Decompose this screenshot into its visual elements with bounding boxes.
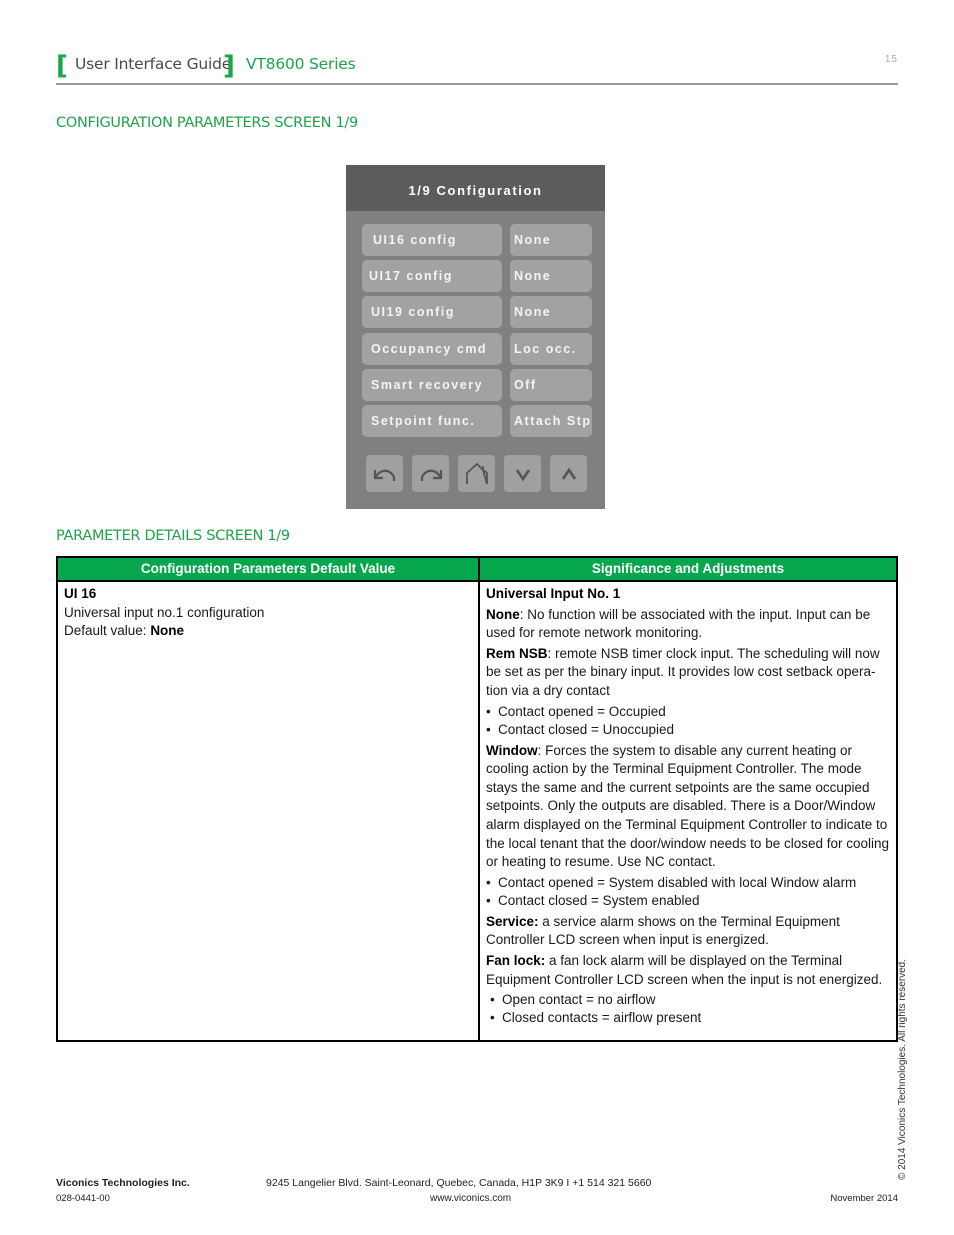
company-address: 9245 Langelier Blvd. Saint-Leonard, Queb…: [266, 1177, 652, 1189]
down-button[interactable]: [504, 455, 541, 492]
param-default: Default value: None: [64, 622, 472, 641]
config-name[interactable]: Smart recovery: [362, 369, 502, 401]
param-description: Universal input no.1 configuration: [64, 604, 265, 620]
forward-button[interactable]: [412, 455, 449, 492]
thermostat-screen: 1/9 Configuration UI16 config None UI17 …: [346, 165, 605, 509]
copyright-notice: © 2014 Viconics Technologies. All rights…: [897, 958, 908, 1180]
config-name[interactable]: Occupancy cmd: [362, 333, 502, 365]
table-header-row: Configuration Parameters Default Value S…: [56, 556, 898, 582]
config-row[interactable]: UI17 config None: [362, 260, 592, 292]
option-fan-lock: Fan lock: a fan lock alarm will be displ…: [486, 952, 890, 989]
document-number: 028-0441-00: [56, 1193, 110, 1204]
parameter-table: Configuration Parameters Default Value S…: [56, 556, 898, 1042]
option-label: Service:: [486, 913, 539, 929]
option-text: a fan lock alarm will be displayed on th…: [486, 952, 883, 987]
option-text: : Forces the system to disable any curre…: [486, 742, 890, 870]
config-name[interactable]: Setpoint func.: [362, 405, 502, 437]
option-text: : No function will be associated with th…: [486, 606, 871, 641]
significance-title: Universal Input No. 1: [486, 586, 621, 601]
table-row: UI 16 Universal input no.1 configuration…: [56, 580, 898, 1042]
navigation-buttons: [366, 455, 588, 493]
config-row[interactable]: Occupancy cmd Loc occ.: [362, 333, 592, 365]
bullet-item: Contact closed = Unoccupied: [486, 721, 890, 739]
option-service: Service: a service alarm shows on the Te…: [486, 913, 890, 950]
screen-title: 1/9 Configuration: [346, 165, 605, 211]
default-label: Default value:: [64, 623, 151, 639]
config-screen-heading: CONFIGURATION PARAMETERS SCREEN 1/9: [56, 115, 358, 131]
option-window: Window: Forces the system to disable any…: [486, 742, 890, 872]
default-value: None: [150, 623, 185, 639]
config-row[interactable]: UI16 config None: [362, 224, 592, 256]
config-name[interactable]: UI19 config: [362, 296, 502, 328]
details-heading: PARAMETER DETAILS SCREEN 1/9: [56, 528, 290, 544]
chevron-up-icon: [561, 467, 576, 480]
config-value[interactable]: None: [510, 260, 592, 292]
page-header: [ User Interface Guide ] VT8600 Series 1…: [56, 50, 898, 85]
option-label: Window: [486, 742, 538, 758]
config-value[interactable]: Loc occ.: [510, 333, 592, 365]
fan-lock-bullets: Open contact = no airflow Closed contact…: [490, 991, 890, 1027]
website-link[interactable]: www.viconics.com: [430, 1193, 511, 1204]
option-label: Rem NSB: [486, 645, 548, 661]
config-value[interactable]: None: [510, 296, 592, 328]
home-icon: [465, 462, 488, 484]
column-header-config: Configuration Parameters Default Value: [56, 556, 480, 582]
bullet-item: Closed contacts = airflow present: [490, 1009, 890, 1027]
config-name[interactable]: UI17 config: [362, 260, 502, 292]
param-name: UI 16: [64, 586, 97, 601]
option-label: None: [486, 606, 520, 622]
config-row[interactable]: UI19 config None: [362, 296, 592, 328]
bullet-item: Contact closed = System enabled: [486, 892, 890, 910]
bullet-item: Open contact = no airflow: [490, 991, 890, 1009]
bullet-item: Contact opened = System disabled with lo…: [486, 874, 890, 892]
guide-title: User Interface Guide: [75, 55, 232, 73]
bracket-left-icon: [: [56, 51, 68, 81]
window-bullets: Contact opened = System disabled with lo…: [486, 874, 890, 910]
param-cell: UI 16 Universal input no.1 configuration…: [56, 580, 480, 1042]
home-button[interactable]: [458, 455, 495, 492]
publish-date: November 2014: [830, 1193, 898, 1204]
config-value[interactable]: None: [510, 224, 592, 256]
chevron-down-icon: [515, 468, 530, 481]
back-button[interactable]: [366, 455, 403, 492]
config-value[interactable]: Attach Stp: [510, 405, 592, 437]
option-rem-nsb: Rem NSB: remote NSB timer clock input. T…: [486, 645, 890, 701]
back-icon: [373, 469, 395, 481]
company-name: Viconics Technologies Inc.: [56, 1177, 190, 1189]
bullet-item: Contact opened = Occupied: [486, 703, 890, 721]
bracket-right-icon: ]: [223, 51, 235, 81]
option-none: None: No function will be associated wit…: [486, 606, 890, 643]
column-header-significance: Significance and Adjustments: [478, 556, 898, 582]
config-row[interactable]: Smart recovery Off: [362, 369, 592, 401]
option-text: a service alarm shows on the Terminal Eq…: [486, 913, 840, 948]
config-value[interactable]: Off: [510, 369, 592, 401]
significance-cell: Universal Input No. 1 None: No function …: [478, 580, 898, 1042]
config-row[interactable]: Setpoint func. Attach Stp: [362, 405, 592, 437]
page-number: 15: [884, 54, 898, 65]
forward-icon: [420, 469, 442, 481]
config-name[interactable]: UI16 config: [362, 224, 502, 256]
series-name: VT8600 Series: [246, 55, 356, 73]
rem-nsb-bullets: Contact opened = Occupied Contact closed…: [486, 703, 890, 739]
option-label: Fan lock:: [486, 952, 546, 968]
up-button[interactable]: [550, 455, 587, 492]
